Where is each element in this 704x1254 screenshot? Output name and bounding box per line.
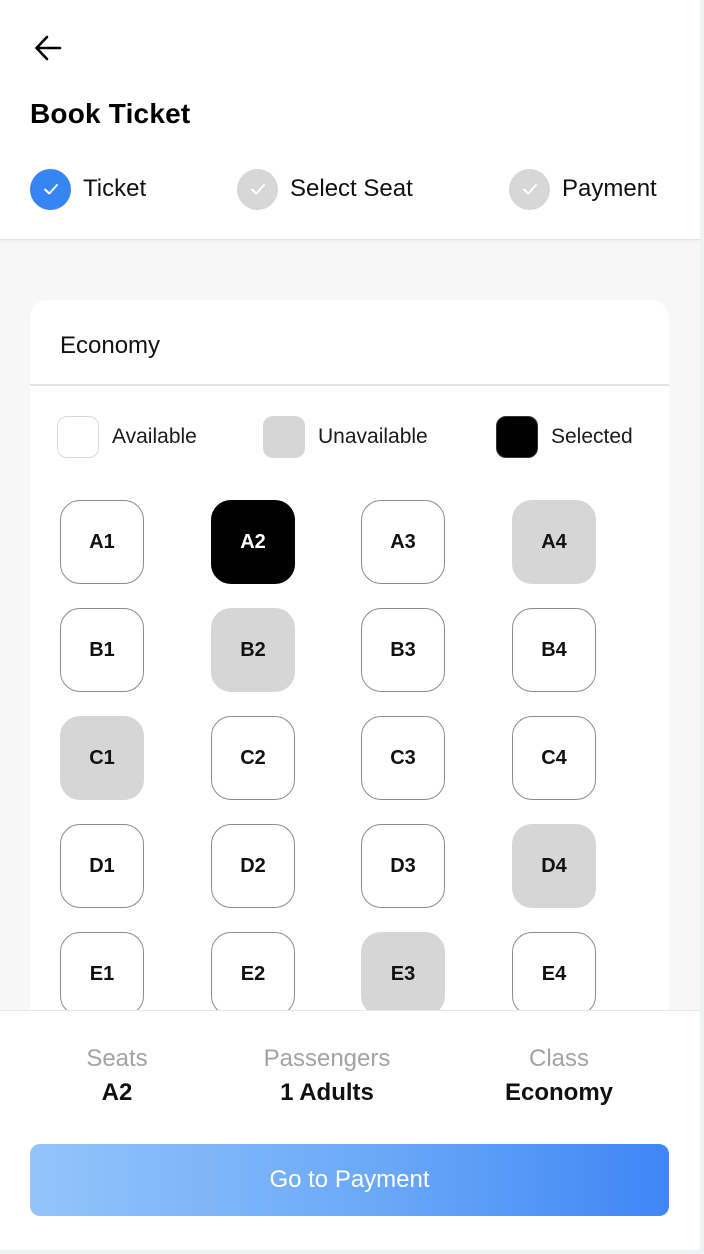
class-title: Economy	[60, 332, 161, 359]
summary-class-value: Economy	[504, 1079, 614, 1106]
seat-b3[interactable]: B3	[361, 608, 445, 692]
back-button[interactable]	[30, 30, 66, 66]
step-select-seat-check-icon	[237, 168, 278, 210]
step-payment-label: Payment	[562, 175, 657, 202]
step-ticket-label: Ticket	[83, 175, 147, 202]
step-payment-check-icon	[509, 168, 550, 210]
legend-unavailable-swatch	[263, 416, 305, 458]
step-ticket[interactable]: Ticket	[30, 168, 146, 210]
legend-selected: Selected	[496, 416, 633, 458]
seat-b4[interactable]: B4	[512, 608, 596, 692]
book-ticket-screen: Book Ticket Ticket Select Seat Payment E…	[0, 0, 700, 1250]
seat-e3: E3	[361, 932, 445, 1016]
seat-a2[interactable]: A2	[211, 500, 295, 584]
summary-seats-value: A2	[101, 1079, 133, 1106]
legend-available-swatch	[57, 416, 99, 458]
seat-c2[interactable]: C2	[211, 716, 295, 800]
legend-available: Available	[57, 416, 197, 458]
step-select-seat-label: Select Seat	[290, 175, 413, 202]
summary-passengers-value: 1 Adults	[280, 1079, 374, 1106]
seat-e2[interactable]: E2	[211, 932, 295, 1016]
seat-c3[interactable]: C3	[361, 716, 445, 800]
seat-e1[interactable]: E1	[60, 932, 144, 1016]
legend-available-label: Available	[112, 425, 197, 448]
legend-unavailable: Unavailable	[263, 416, 428, 458]
page-title: Book Ticket	[30, 98, 191, 129]
summary-seats: Seats A2	[60, 1045, 174, 1107]
seat-a4: A4	[512, 500, 596, 584]
seat-b2: B2	[211, 608, 295, 692]
summary-seats-label: Seats	[86, 1045, 148, 1072]
divider	[30, 384, 669, 386]
go-to-payment-button[interactable]: Go to Payment	[30, 1144, 669, 1216]
seat-a3[interactable]: A3	[361, 500, 445, 584]
seat-e4[interactable]: E4	[512, 932, 596, 1016]
booking-steps: Ticket Select Seat Payment	[0, 168, 700, 210]
seat-d4: D4	[512, 824, 596, 908]
summary-class: Class Economy	[489, 1045, 629, 1107]
seat-c4[interactable]: C4	[512, 716, 596, 800]
step-ticket-check-icon	[30, 168, 71, 210]
seat-a1[interactable]: A1	[60, 500, 144, 584]
summary-passengers: Passengers 1 Adults	[247, 1045, 407, 1107]
seat-c1: C1	[60, 716, 144, 800]
seat-d1[interactable]: D1	[60, 824, 144, 908]
legend-unavailable-label: Unavailable	[318, 425, 428, 448]
booking-summary-footer: Seats A2 Passengers 1 Adults Class Econo…	[0, 1010, 700, 1250]
seat-d2[interactable]: D2	[211, 824, 295, 908]
summary-class-label: Class	[528, 1045, 589, 1072]
seat-map-card: Economy Available Unavailable Selected A…	[30, 300, 669, 1060]
summary-passengers-label: Passengers	[263, 1045, 391, 1072]
step-payment[interactable]: Payment	[509, 168, 657, 210]
legend-selected-label: Selected	[551, 425, 633, 448]
header: Book Ticket Ticket Select Seat Payment	[0, 0, 700, 240]
step-select-seat[interactable]: Select Seat	[237, 168, 413, 210]
seat-b1[interactable]: B1	[60, 608, 144, 692]
arrow-left-icon	[35, 35, 62, 61]
seat-d3[interactable]: D3	[361, 824, 445, 908]
legend-selected-swatch	[496, 416, 538, 458]
